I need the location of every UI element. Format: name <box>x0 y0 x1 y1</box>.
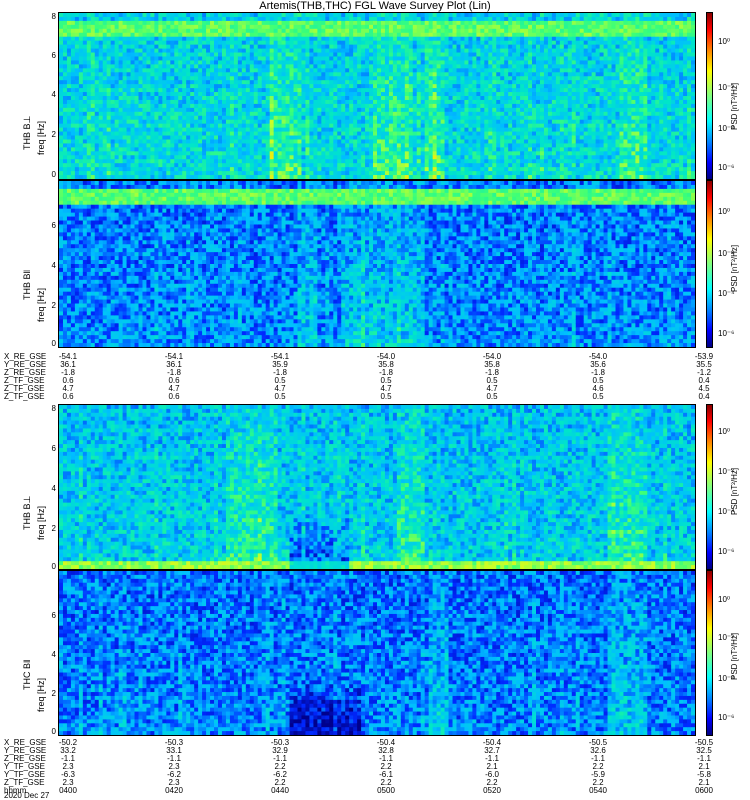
colorbar-3 <box>706 404 713 570</box>
panel-1-ytick: 4 <box>44 91 56 99</box>
panel-3-ytick: 4 <box>44 485 56 493</box>
panel-3-ytick: 8 <box>44 405 56 413</box>
colorbar-2 <box>706 180 713 348</box>
colorbar-4-tick: 10⁰ <box>718 596 730 604</box>
ephemeris-value: 0.5 <box>380 393 391 401</box>
colorbar-1 <box>706 12 713 180</box>
panel-2-ytick: 2 <box>44 302 56 310</box>
panel-1-ytick: 6 <box>44 52 56 60</box>
panel-3-ytick: 0 <box>44 563 56 571</box>
ephemeris-row-label: Z_TF_GSE <box>4 393 44 401</box>
colorbar-4 <box>706 570 713 736</box>
panel-3-ytick: 2 <box>44 525 56 533</box>
colorbar-1-tick: 10⁻⁶ <box>718 164 734 172</box>
panel-4-ytick: 4 <box>44 651 56 659</box>
spectrogram-panel-1 <box>58 12 696 180</box>
panel-2-ytick: 6 <box>44 222 56 230</box>
ephemeris-value: 0.5 <box>486 393 497 401</box>
panel-4-ytick: 0 <box>44 728 56 736</box>
panel-1-ytick: 2 <box>44 131 56 139</box>
panel-2-ytick: 0 <box>44 340 56 348</box>
ephemeris-value: 0.4 <box>698 393 709 401</box>
ephemeris-value: 0.6 <box>168 393 179 401</box>
ephemeris-value: 0.5 <box>274 393 285 401</box>
spectrogram-image <box>59 181 695 347</box>
panel-3-unit: freq [Hz] <box>36 506 46 540</box>
panel-2-ylabel: THB B‖ <box>22 270 32 300</box>
ephemeris-value: 0400 <box>59 787 77 795</box>
ephemeris-value: 0.6 <box>62 393 73 401</box>
panel-4-ytick: 2 <box>44 690 56 698</box>
colorbar-4-label: PSD [nT²/Hz] <box>730 633 739 680</box>
colorbar-1-tick: 10⁰ <box>718 38 730 46</box>
ephemeris-value: 0440 <box>271 787 289 795</box>
spectrogram-image <box>59 571 695 735</box>
ephemeris-value: 0500 <box>377 787 395 795</box>
panel-4-ylabel: THC B‖ <box>22 659 32 690</box>
ephemeris-value: 0540 <box>589 787 607 795</box>
chart-title: Artemis(THB,THC) FGL Wave Survey Plot (L… <box>0 0 750 12</box>
colorbar-3-tick: 10⁻⁶ <box>718 548 734 556</box>
spectrogram-panel-4 <box>58 570 696 736</box>
spectrogram-image <box>59 13 695 179</box>
spectrogram-panel-3 <box>58 404 696 570</box>
panel-3-ytick: 6 <box>44 445 56 453</box>
colorbar-4-tick: 10⁻⁶ <box>718 714 734 722</box>
panel-2-ytick: 4 <box>44 262 56 270</box>
spectrogram-panel-2 <box>58 180 696 348</box>
ephemeris-value: 0520 <box>483 787 501 795</box>
colorbar-2-tick: 10⁻⁶ <box>718 330 734 338</box>
colorbar-2-tick: 10⁰ <box>718 208 730 216</box>
panel-3-ylabel: THB B⊥ <box>22 496 33 530</box>
spectrogram-image <box>59 405 695 569</box>
ephemeris-value: 0.5 <box>592 393 603 401</box>
panel-1-ylabel: THB B⊥ <box>22 116 33 150</box>
panel-1-ytick: 8 <box>44 13 56 21</box>
colorbar-1-label: PSD [nT²/Hz] <box>730 83 739 130</box>
ephemeris-value: 0600 <box>695 787 713 795</box>
panel-4-ytick: 6 <box>44 612 56 620</box>
colorbar-3-label: PSD [nT²/Hz] <box>730 468 739 515</box>
colorbar-2-label: PSD [nT²/Hz] <box>730 245 739 292</box>
date-label: 2020 Dec 27 <box>4 792 49 800</box>
panel-1-ytick: 0 <box>44 171 56 179</box>
ephemeris-value: 0420 <box>165 787 183 795</box>
colorbar-3-tick: 10⁰ <box>718 428 730 436</box>
